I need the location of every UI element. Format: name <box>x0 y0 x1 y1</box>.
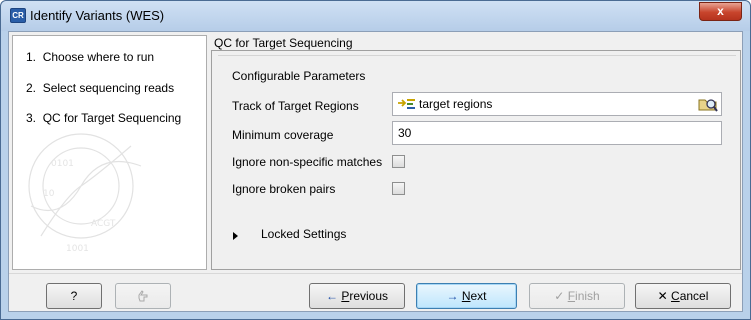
track-icon <box>398 99 415 109</box>
next-rest: ext <box>470 289 487 303</box>
cancel-rest: ancel <box>679 289 709 303</box>
min-coverage-label: Minimum coverage <box>232 128 334 142</box>
finish-button[interactable]: ✓ Finish <box>529 283 625 309</box>
step-label: QC for Target Sequencing <box>42 111 182 125</box>
cancel-x-icon: ✕ <box>657 289 668 303</box>
dialog-client: 1. Choose where to run 2. Select sequenc… <box>8 31 743 312</box>
finish-mnemonic: F <box>567 289 576 303</box>
title-bar[interactable]: CR Identify Variants (WES) x <box>1 1 750 31</box>
svg-text:0101: 0101 <box>51 159 74 169</box>
step-choose-where-to-run: 1. Choose where to run <box>26 50 154 64</box>
ignore-nonspecific-label: Ignore non-specific matches <box>232 155 383 169</box>
help-button[interactable]: ? <box>46 283 102 309</box>
window-title: Identify Variants (WES) <box>30 8 165 23</box>
track-target-regions-field[interactable]: target regions <box>392 92 722 116</box>
arrow-right-icon: → <box>446 289 459 303</box>
close-button[interactable]: x <box>699 2 742 21</box>
ignore-broken-checkbox[interactable] <box>392 182 405 195</box>
ignore-broken-label: Ignore broken pairs <box>232 182 336 196</box>
step-select-sequencing-reads: 2. Select sequencing reads <box>26 81 174 95</box>
next-button[interactable]: → Next <box>416 283 517 309</box>
reset-button[interactable] <box>115 283 171 309</box>
next-mnemonic: N <box>461 289 471 303</box>
step-number: 2. <box>26 81 37 95</box>
step-label: Choose where to run <box>42 50 155 64</box>
previous-button[interactable]: ← Previous <box>309 283 405 309</box>
footer-separator <box>9 273 742 274</box>
dialog-window: CR Identify Variants (WES) x 1. Choose w… <box>0 0 751 320</box>
track-value: target regions <box>419 97 493 111</box>
group-title: Configurable Parameters <box>232 69 366 83</box>
svg-text:ACGT: ACGT <box>91 219 116 229</box>
svg-text:1001: 1001 <box>66 244 89 254</box>
step-qc-target-sequencing: 3. QC for Target Sequencing <box>26 111 181 125</box>
section-title: QC for Target Sequencing <box>214 36 353 50</box>
browse-folder-icon[interactable] <box>697 95 719 113</box>
app-logo-icon: CR <box>10 8 26 23</box>
step-label: Select sequencing reads <box>42 81 175 95</box>
cancel-button[interactable]: ✕ Cancel <box>635 283 731 309</box>
reset-hand-icon <box>138 290 148 302</box>
checkmark-icon: ✓ <box>554 289 565 303</box>
step-number: 3. <box>26 111 37 125</box>
arrow-left-icon: ← <box>325 289 338 303</box>
locked-settings-label[interactable]: Locked Settings <box>261 227 346 241</box>
dna-watermark-logo: 0101 10 ACGT 1001 <box>28 133 142 254</box>
cancel-mnemonic: C <box>671 289 680 303</box>
min-coverage-value: 30 <box>398 126 412 140</box>
wizard-steps-panel: 1. Choose where to run 2. Select sequenc… <box>12 35 207 270</box>
track-label: Track of Target Regions <box>232 99 359 113</box>
min-coverage-input[interactable]: 30 <box>392 121 722 145</box>
help-label: ? <box>70 289 78 303</box>
step-number: 1. <box>26 50 37 64</box>
expand-triangle-icon[interactable] <box>233 232 238 240</box>
finish-rest: inish <box>575 289 600 303</box>
previous-rest: revious <box>349 289 389 303</box>
svg-text:10: 10 <box>43 189 55 199</box>
ignore-nonspecific-checkbox[interactable] <box>392 155 405 168</box>
